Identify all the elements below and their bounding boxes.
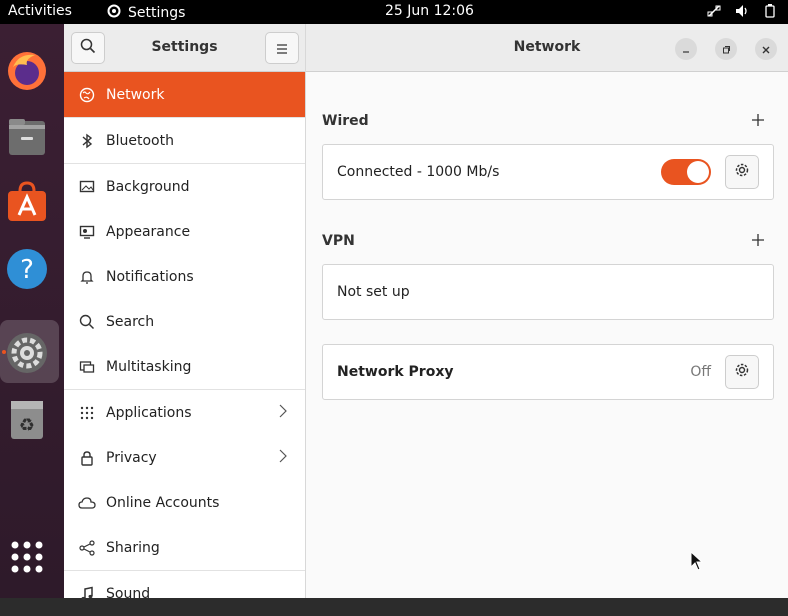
- close-icon: [761, 40, 771, 59]
- search-icon: [78, 313, 96, 331]
- volume-icon: [734, 3, 750, 19]
- share-icon: [78, 539, 96, 557]
- plus-icon: [752, 110, 764, 131]
- wired-connection-row: Connected - 1000 Mb/s: [322, 144, 774, 200]
- toggle-knob: [687, 161, 709, 183]
- network-icon: [78, 86, 96, 104]
- clock[interactable]: 25 Jun 12:06: [385, 3, 474, 19]
- sidebar-item-label: Sound: [106, 585, 151, 602]
- firefox-icon[interactable]: [4, 48, 50, 94]
- sidebar-header: Settings: [64, 24, 305, 72]
- sidebar-item-label: Multitasking: [106, 358, 192, 375]
- main-header: Network: [306, 24, 788, 72]
- sidebar-item-label: Search: [106, 313, 155, 330]
- sidebar-item-label: Notifications: [106, 268, 194, 285]
- sidebar-item-applications[interactable]: Applications: [64, 390, 305, 435]
- network-panel: Wired Connected - 1000 Mb/s VPN Not set …: [306, 72, 788, 598]
- sidebar-item-online-accounts[interactable]: Online Accounts: [64, 480, 305, 525]
- show-apps-icon[interactable]: [4, 534, 50, 580]
- sidebar-item-label: Sharing: [106, 539, 160, 556]
- hamburger-icon: [276, 39, 288, 58]
- vpn-row: Not set up: [322, 264, 774, 320]
- vpn-status: Not set up: [337, 284, 410, 300]
- main-menu-button[interactable]: [265, 32, 299, 64]
- sidebar-item-label: Privacy: [106, 449, 157, 466]
- restore-icon: [721, 40, 731, 59]
- sidebar-item-label: Background: [106, 178, 190, 195]
- minimize-button[interactable]: [675, 38, 697, 60]
- appearance-icon: [78, 223, 96, 241]
- app-menu-label: Settings: [128, 5, 186, 21]
- cloud-icon: [78, 494, 96, 512]
- sidebar-item-sharing[interactable]: Sharing: [64, 525, 305, 570]
- music-note-icon: [78, 585, 96, 603]
- network-proxy-label: Network Proxy: [337, 364, 454, 380]
- chevron-right-icon: [279, 404, 287, 422]
- wired-toggle[interactable]: [661, 159, 711, 185]
- system-tray[interactable]: [706, 3, 778, 19]
- add-vpn-button[interactable]: [752, 232, 764, 250]
- dock: ? ♻: [0, 24, 64, 598]
- wired-status: Connected - 1000 Mb/s: [337, 164, 500, 180]
- add-wired-button[interactable]: [752, 112, 764, 130]
- help-icon[interactable]: ?: [4, 246, 50, 292]
- svg-text:♻: ♻: [19, 415, 35, 436]
- sidebar-item-notifications[interactable]: Notifications: [64, 254, 305, 299]
- settings-gear-icon: [106, 3, 122, 23]
- power-icon: [762, 3, 778, 19]
- plus-icon: [752, 230, 764, 251]
- wired-settings-button[interactable]: [725, 155, 759, 189]
- sidebar-item-appearance[interactable]: Appearance: [64, 209, 305, 254]
- sidebar-item-privacy[interactable]: Privacy: [64, 435, 305, 480]
- network-proxy-state: Off: [690, 364, 711, 380]
- sidebar-item-bluetooth[interactable]: Bluetooth: [64, 118, 305, 163]
- proxy-settings-button[interactable]: [725, 355, 759, 389]
- settings-icon[interactable]: [4, 330, 50, 376]
- sidebar-item-network[interactable]: Network: [64, 72, 305, 117]
- close-button[interactable]: [755, 38, 777, 60]
- activities-button[interactable]: Activities: [8, 3, 72, 19]
- network-wired-icon: [706, 3, 722, 19]
- sidebar-item-label: Bluetooth: [106, 132, 174, 149]
- network-proxy-row[interactable]: Network Proxy Off: [322, 344, 774, 400]
- svg-text:?: ?: [20, 255, 34, 285]
- sidebar-item-multitasking[interactable]: Multitasking: [64, 344, 305, 389]
- sidebar-item-label: Network: [106, 86, 165, 103]
- grid-icon: [78, 404, 96, 422]
- maximize-button[interactable]: [715, 38, 737, 60]
- sidebar-item-label: Appearance: [106, 223, 191, 240]
- background-icon: [78, 178, 96, 196]
- lock-icon: [78, 449, 96, 467]
- app-menu[interactable]: Settings: [106, 3, 185, 23]
- bluetooth-icon: [78, 132, 96, 150]
- files-icon[interactable]: [4, 114, 50, 160]
- mouse-pointer-icon: [690, 550, 704, 575]
- multitasking-icon: [78, 358, 96, 376]
- sidebar-item-background[interactable]: Background: [64, 164, 305, 209]
- minimize-icon: [681, 40, 691, 59]
- bell-icon: [78, 268, 96, 286]
- sidebar-item-label: Applications: [106, 404, 192, 421]
- sidebar-item-label: Online Accounts: [106, 494, 220, 511]
- wired-section-title: Wired: [322, 113, 369, 129]
- settings-window: Settings Network Bluetooth Background Ap…: [64, 24, 788, 602]
- chevron-right-icon: [279, 449, 287, 467]
- sidebar-item-sound[interactable]: Sound: [64, 571, 305, 616]
- gear-icon: [733, 161, 751, 183]
- vpn-section-title: VPN: [322, 233, 355, 249]
- sidebar-nav: Network Bluetooth Background Appearance …: [64, 72, 305, 616]
- software-icon[interactable]: [4, 180, 50, 226]
- trash-icon[interactable]: ♻: [4, 396, 50, 442]
- gear-icon: [733, 361, 751, 383]
- top-bar: Activities Settings 25 Jun 12:06: [0, 0, 788, 24]
- sidebar-item-search[interactable]: Search: [64, 299, 305, 344]
- sidebar: Settings Network Bluetooth Background Ap…: [64, 24, 306, 602]
